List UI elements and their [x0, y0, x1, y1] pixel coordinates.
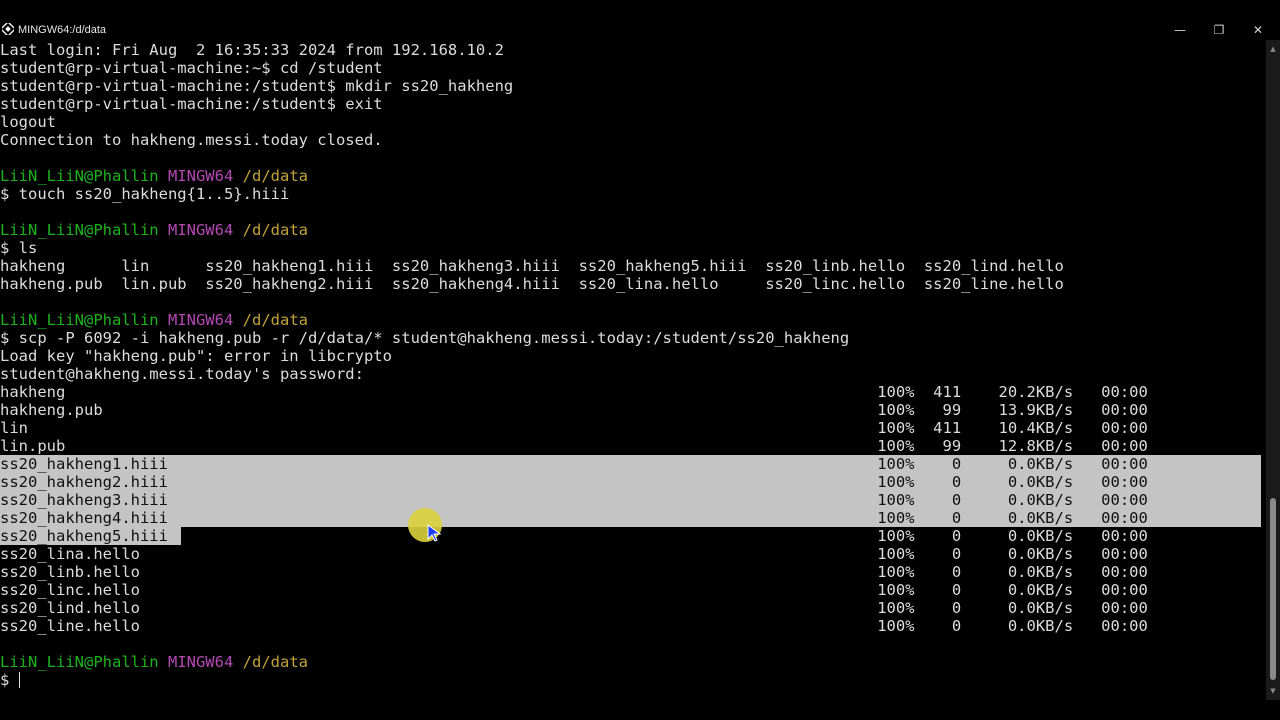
terminal-text: student@rp-virtual-machine:/student$ exi…: [0, 95, 383, 113]
terminal-line: $ touch ss20_hakheng{1..5}.hiii: [0, 185, 289, 203]
terminal-line: ss20_hakheng1.hiii 100% 0 0.0KB/s 00:00: [0, 455, 1148, 473]
terminal-line: student@rp-virtual-machine:/student$ mkd…: [0, 77, 513, 95]
terminal-text: logout: [0, 113, 56, 131]
terminal-text: lin.pub 100% 99 12.8KB/s 00:00: [0, 437, 1148, 455]
terminal-text: ss20_hakheng3.hiii 100% 0 0.0KB/s 00:00: [0, 491, 1148, 509]
terminal-text: ss20_hakheng4.hiii 100% 0 0.0KB/s 00:00: [0, 509, 1148, 527]
mingw-app-icon: [2, 23, 14, 35]
terminal-line: LiiN_LiiN@Phallin MINGW64 /d/data: [0, 311, 308, 329]
terminal-text: lin 100% 411 10.4KB/s 00:00: [0, 419, 1148, 437]
terminal-text: $ scp -P 6092 -i hakheng.pub -r /d/data/…: [0, 329, 850, 347]
vertical-scrollbar[interactable]: ▲ ▼: [1266, 40, 1280, 700]
terminal-line: $: [0, 671, 20, 689]
terminal-text: /d/data: [242, 167, 308, 185]
terminal-text: hakheng lin ss20_hakheng1.hiii ss20_hakh…: [0, 257, 1064, 275]
terminal-text: Load key "hakheng.pub": error in libcryp…: [0, 347, 392, 365]
terminal-text: LiiN_LiiN@Phallin: [0, 653, 159, 671]
terminal-output[interactable]: Last login: Fri Aug 2 16:35:33 2024 from…: [0, 40, 1264, 720]
terminal-text: MINGW64: [167, 653, 234, 671]
terminal-text: hakheng 100% 411 20.2KB/s 00:00: [0, 383, 1148, 401]
terminal-line: Connection to hakheng.messi.today closed…: [0, 131, 383, 149]
restore-icon: ❐: [1213, 23, 1225, 37]
terminal-text: LiiN_LiiN@Phallin: [0, 311, 159, 329]
terminal-line: student@hakheng.messi.today's password:: [0, 365, 364, 383]
terminal-line: $ ls: [0, 239, 37, 257]
terminal-text: ss20_line.hello 100% 0 0.0KB/s 00:00: [0, 617, 1148, 635]
terminal-line: student@rp-virtual-machine:~$ cd /studen…: [0, 59, 383, 77]
terminal-line: ss20_hakheng4.hiii 100% 0 0.0KB/s 00:00: [0, 509, 1148, 527]
maximize-button[interactable]: ❐: [1199, 18, 1239, 42]
terminal-text: /d/data: [242, 311, 308, 329]
terminal-line: LiiN_LiiN@Phallin MINGW64 /d/data: [0, 221, 308, 239]
terminal-line: ss20_linc.hello 100% 0 0.0KB/s 00:00: [0, 581, 1148, 599]
terminal-line: ss20_lina.hello 100% 0 0.0KB/s 00:00: [0, 545, 1148, 563]
terminal-text: ss20_hakheng5.hiii: [0, 527, 168, 545]
terminal-text: MINGW64: [167, 221, 234, 239]
terminal-line: ss20_linb.hello 100% 0 0.0KB/s 00:00: [0, 563, 1148, 581]
terminal-text: /d/data: [242, 653, 308, 671]
scroll-down-icon[interactable]: ▼: [1266, 684, 1280, 698]
terminal-line: ss20_hakheng3.hiii 100% 0 0.0KB/s 00:00: [0, 491, 1148, 509]
terminal-text: MINGW64: [167, 167, 234, 185]
terminal-text: $ ls: [0, 239, 38, 257]
minimize-icon: —: [1174, 23, 1186, 37]
terminal-text: Connection to hakheng.messi.today closed…: [0, 131, 383, 149]
terminal-text: ss20_linb.hello 100% 0 0.0KB/s 00:00: [0, 563, 1148, 581]
scrollbar-thumb[interactable]: [1270, 498, 1276, 680]
terminal-text: hakheng.pub lin.pub ss20_hakheng2.hiii s…: [0, 275, 1064, 293]
scroll-up-icon[interactable]: ▲: [1266, 42, 1280, 56]
terminal-line: hakheng.pub 100% 99 13.9KB/s 00:00: [0, 401, 1148, 419]
close-button[interactable]: ✕: [1238, 18, 1278, 42]
text-cursor: [18, 672, 20, 688]
terminal-line: Load key "hakheng.pub": error in libcryp…: [0, 347, 392, 365]
close-icon: ✕: [1252, 23, 1264, 37]
terminal-line: hakheng.pub lin.pub ss20_hakheng2.hiii s…: [0, 275, 1064, 293]
terminal-text: LiiN_LiiN@Phallin: [0, 167, 159, 185]
terminal-text: ss20_linc.hello 100% 0 0.0KB/s 00:00: [0, 581, 1148, 599]
terminal-text: ss20_lind.hello 100% 0 0.0KB/s 00:00: [0, 599, 1148, 617]
terminal-text: ss20_lina.hello 100% 0 0.0KB/s 00:00: [0, 545, 1148, 563]
terminal-text: ss20_hakheng2.hiii 100% 0 0.0KB/s 00:00: [0, 473, 1148, 491]
terminal-text: 100% 0 0.0KB/s 00:00: [167, 527, 1148, 545]
terminal-line: lin 100% 411 10.4KB/s 00:00: [0, 419, 1148, 437]
terminal-line: hakheng 100% 411 20.2KB/s 00:00: [0, 383, 1148, 401]
terminal-line: ss20_hakheng5.hiii 100% 0 0.0KB/s 00:00: [0, 527, 1148, 545]
terminal-text: LiiN_LiiN@Phallin: [0, 221, 159, 239]
title-bar[interactable]: MINGW64:/d/data — ❐ ✕: [0, 0, 1280, 40]
terminal-text: student@hakheng.messi.today's password:: [0, 365, 364, 383]
terminal-line: hakheng lin ss20_hakheng1.hiii ss20_hakh…: [0, 257, 1064, 275]
terminal-text: ss20_hakheng1.hiii 100% 0 0.0KB/s 00:00: [0, 455, 1148, 473]
terminal-text: hakheng.pub 100% 99 13.9KB/s 00:00: [0, 401, 1148, 419]
terminal-text: $ touch ss20_hakheng{1..5}.hiii: [0, 185, 290, 203]
terminal-text: $: [0, 671, 19, 689]
terminal-line: ss20_line.hello 100% 0 0.0KB/s 00:00: [0, 617, 1148, 635]
terminal-line: LiiN_LiiN@Phallin MINGW64 /d/data: [0, 653, 308, 671]
terminal-text: student@rp-virtual-machine:/student$ mkd…: [0, 77, 514, 95]
terminal-line: ss20_lind.hello 100% 0 0.0KB/s 00:00: [0, 599, 1148, 617]
mouse-pointer-icon: [427, 524, 442, 542]
terminal-text: /d/data: [242, 221, 308, 239]
terminal-line: student@rp-virtual-machine:/student$ exi…: [0, 95, 383, 113]
terminal-line: logout: [0, 113, 56, 131]
terminal-text: MINGW64: [167, 311, 234, 329]
terminal-line: $ scp -P 6092 -i hakheng.pub -r /d/data/…: [0, 329, 849, 347]
terminal-line: LiiN_LiiN@Phallin MINGW64 /d/data: [0, 167, 308, 185]
terminal-text: Last login: Fri Aug 2 16:35:33 2024 from…: [0, 41, 504, 59]
terminal-line: Last login: Fri Aug 2 16:35:33 2024 from…: [0, 41, 504, 59]
terminal-line: lin.pub 100% 99 12.8KB/s 00:00: [0, 437, 1148, 455]
minimize-button[interactable]: —: [1160, 18, 1200, 42]
window-title: MINGW64:/d/data: [18, 24, 107, 36]
terminal-line: ss20_hakheng2.hiii 100% 0 0.0KB/s 00:00: [0, 473, 1148, 491]
terminal-text: student@rp-virtual-machine:~$ cd /studen…: [0, 59, 383, 77]
